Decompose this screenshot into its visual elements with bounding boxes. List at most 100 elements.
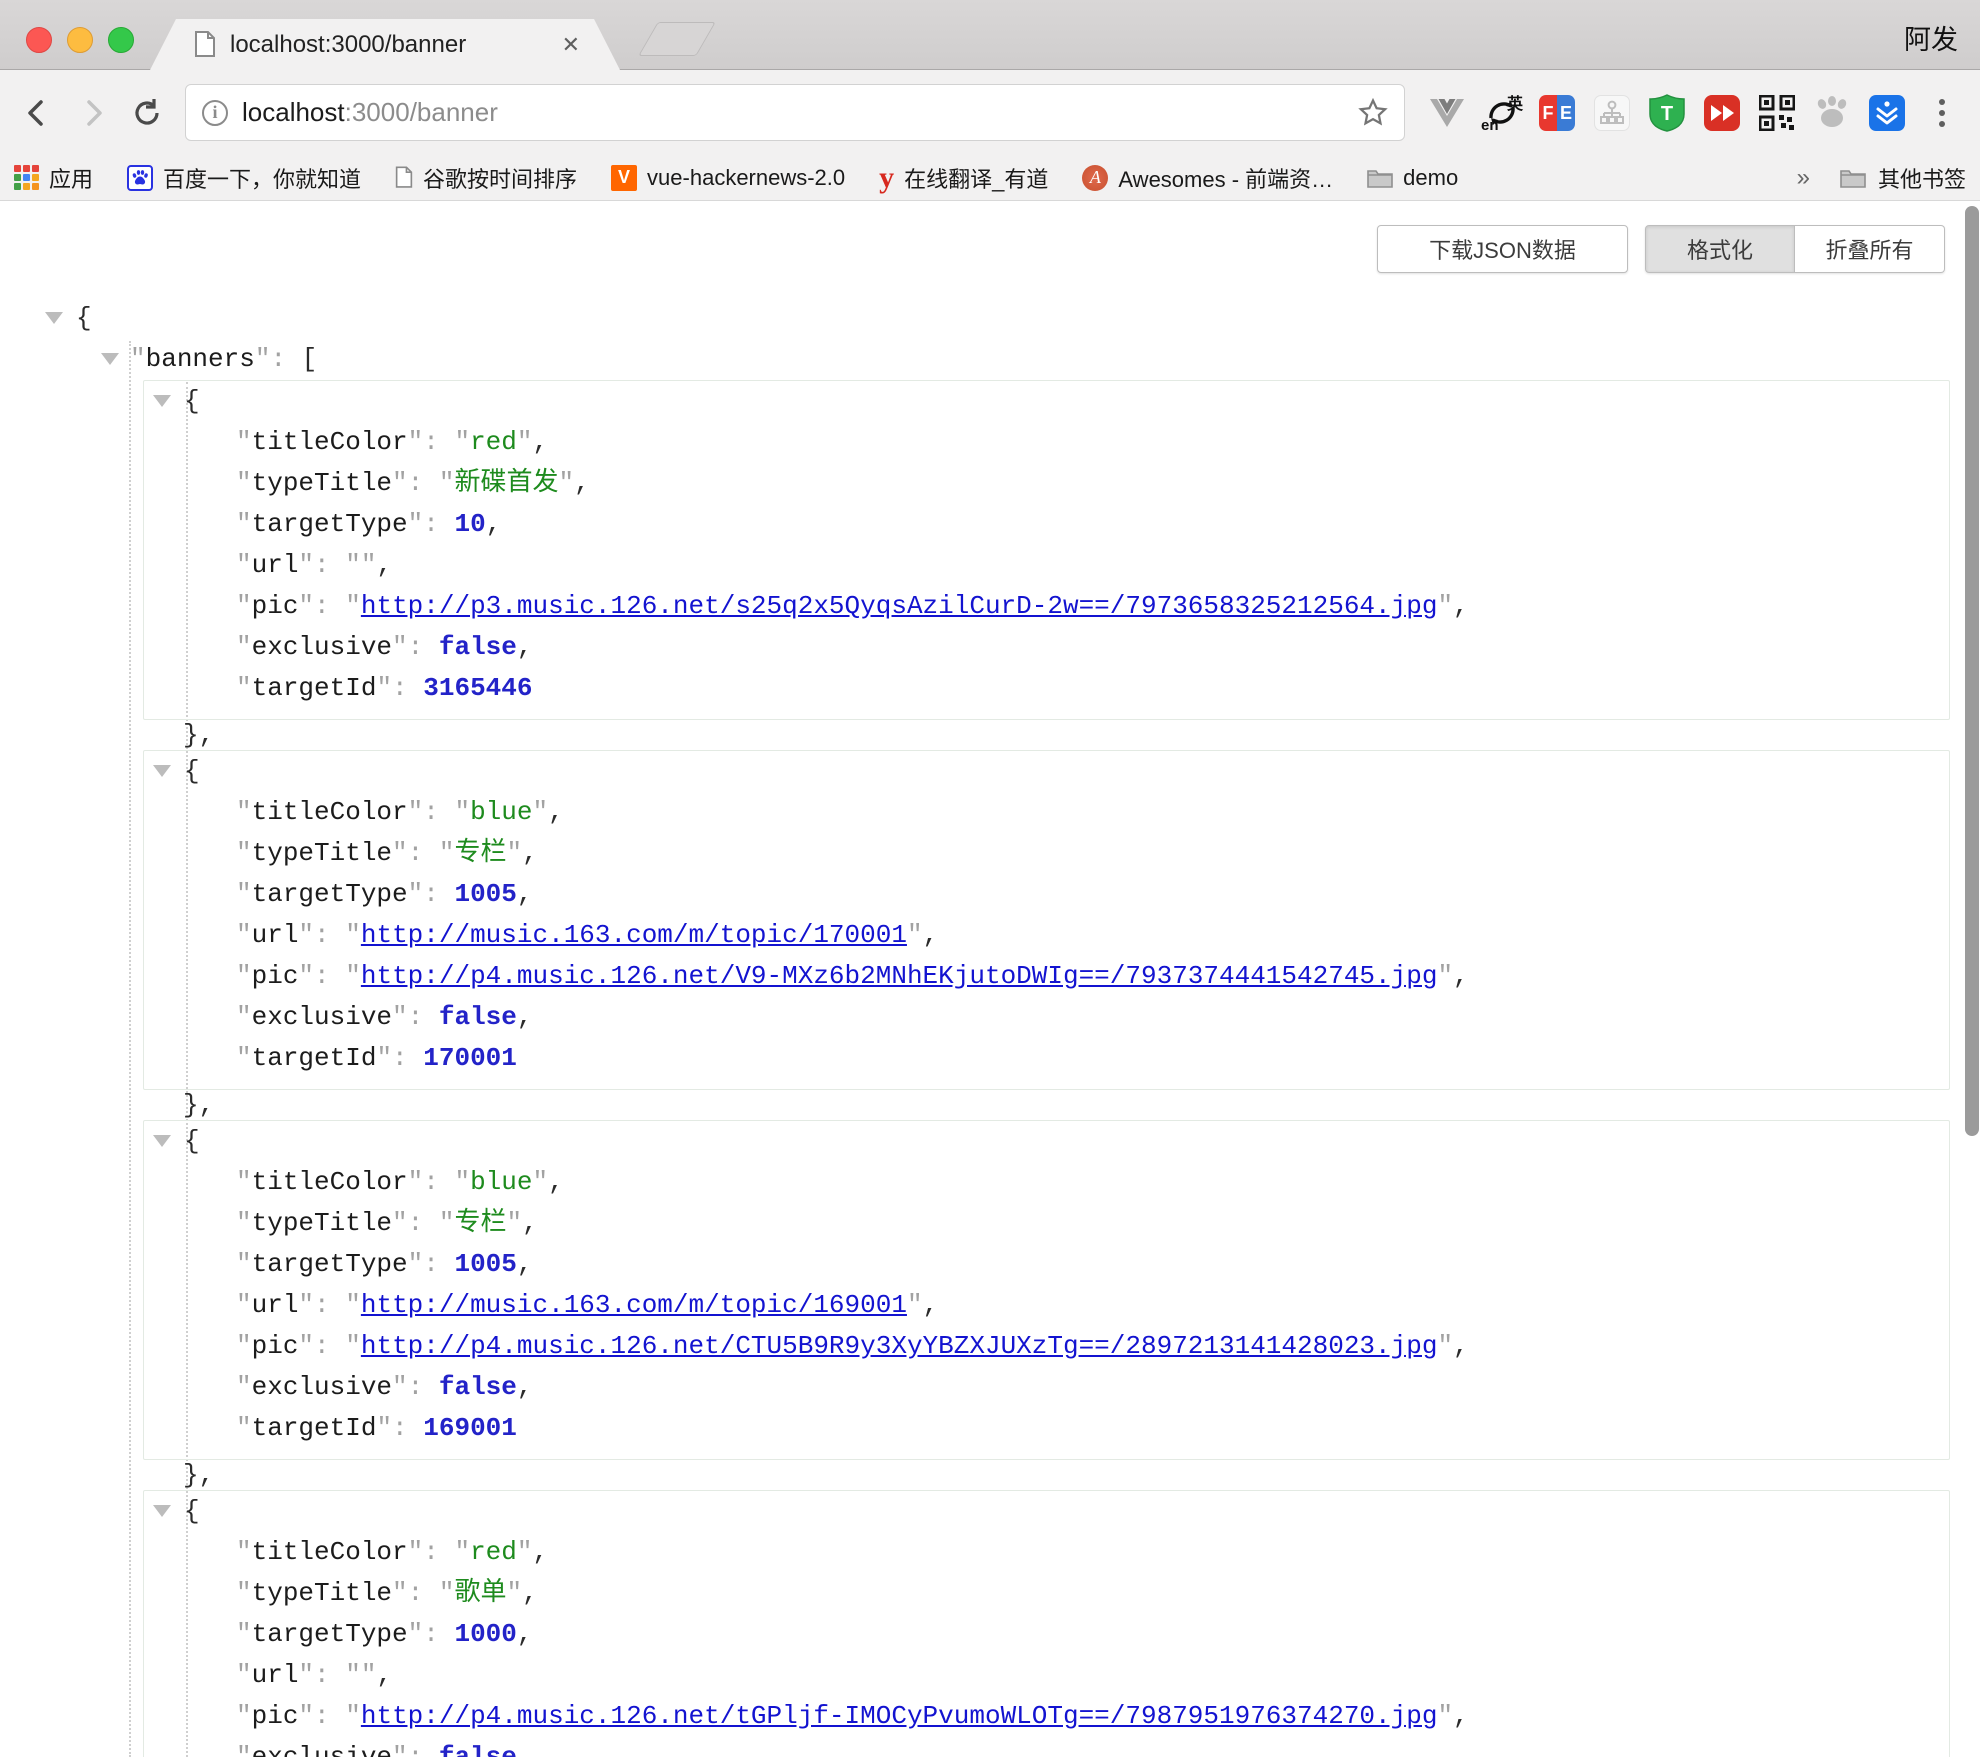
format-button[interactable]: 格式化 [1645, 225, 1795, 273]
scrollbar-thumb[interactable] [1965, 206, 1979, 1136]
json-token: " [376, 1043, 392, 1073]
json-token: : [270, 344, 301, 374]
json-token: " [533, 797, 549, 827]
json-boolean-value: false [439, 1742, 517, 1757]
json-token: " [408, 427, 424, 457]
json-token: " [376, 1413, 392, 1443]
youdao-y-icon: y [879, 165, 894, 191]
page-scrollbar[interactable] [1964, 201, 1980, 1757]
json-token: " [236, 1290, 252, 1320]
bookmark-star-icon[interactable] [1358, 98, 1388, 128]
vue-devtools-icon[interactable] [1428, 94, 1466, 132]
json-token: " [236, 1372, 252, 1402]
read-later-extension-icon[interactable] [1868, 94, 1906, 132]
json-number-value: 1005 [454, 1249, 516, 1279]
json-link-value[interactable]: http://music.163.com/m/topic/169001 [361, 1290, 907, 1320]
close-window-button[interactable] [26, 27, 52, 53]
json-token: " [345, 591, 361, 621]
json-token: : [423, 509, 454, 539]
reload-button[interactable] [126, 92, 168, 134]
back-button[interactable] [16, 92, 58, 134]
json-token: , [1453, 1701, 1469, 1731]
bookmark-apps[interactable]: 应用 [14, 162, 93, 194]
json-number-value: 170001 [423, 1043, 517, 1073]
profile-name[interactable]: 阿发 [1904, 18, 1958, 57]
json-token: " [1437, 591, 1453, 621]
json-token: " [236, 1249, 252, 1279]
json-token: " [298, 1290, 314, 1320]
bookmark-baidu[interactable]: 百度一下，你就知道 [127, 162, 361, 194]
json-link-value[interactable]: http://p4.music.126.net/CTU5B9R9y3XyYBZX… [361, 1331, 1438, 1361]
fast-forward-extension-icon[interactable] [1703, 94, 1741, 132]
json-array-item-box: {"titleColor": "blue","typeTitle": "专栏",… [143, 750, 1950, 1090]
bookmark-google-sort[interactable]: 谷歌按时间排序 [395, 162, 577, 194]
collapse-all-button[interactable]: 折叠所有 [1795, 225, 1945, 273]
browser-menu-icon[interactable] [1923, 94, 1961, 132]
json-array-item-box: {"titleColor": "blue","typeTitle": "专栏",… [143, 1120, 1950, 1460]
forward-button[interactable] [72, 92, 114, 134]
json-token: " [298, 1701, 314, 1731]
json-token: : [408, 468, 439, 498]
json-row: "url": "http://music.163.com/m/topic/170… [144, 915, 1949, 956]
json-token: , [522, 1208, 538, 1238]
json-key: pic [252, 591, 299, 621]
json-token: " [236, 1701, 252, 1731]
json-tree: {"banners": [{"titleColor": "red","typeT… [0, 201, 1980, 1757]
json-link-value[interactable]: http://music.163.com/m/topic/170001 [361, 920, 907, 950]
json-token: " [439, 1208, 455, 1238]
collapse-triangle-icon[interactable] [153, 395, 171, 407]
json-token: : [423, 1249, 454, 1279]
download-json-button[interactable]: 下载JSON数据 [1377, 225, 1628, 273]
collapse-triangle-icon[interactable] [45, 312, 63, 324]
collapse-triangle-icon[interactable] [153, 1135, 171, 1147]
json-token: " [392, 468, 408, 498]
collapse-triangle-icon[interactable] [101, 353, 119, 365]
paw-extension-icon[interactable] [1813, 94, 1851, 132]
json-token: " [236, 1002, 252, 1032]
json-row: }, [0, 720, 1980, 750]
qr-code-extension-icon[interactable] [1758, 94, 1796, 132]
json-link-value[interactable]: http://p4.music.126.net/tGPljf-IMOCyPvum… [361, 1701, 1438, 1731]
json-key: pic [252, 961, 299, 991]
browser-tab[interactable]: localhost:3000/banner ✕ [150, 19, 620, 70]
minimize-window-button[interactable] [67, 27, 93, 53]
fe-e-label: E [1557, 95, 1575, 131]
translate-extension-icon[interactable]: 英 en [1483, 94, 1521, 132]
sitemap-extension-icon[interactable] [1593, 94, 1631, 132]
zoom-window-button[interactable] [108, 27, 134, 53]
json-link-value[interactable]: http://p4.music.126.net/V9-MXz6b2MNhEKju… [361, 961, 1438, 991]
collapse-triangle-icon[interactable] [153, 765, 171, 777]
json-key: typeTitle [252, 838, 392, 868]
json-token: " [907, 920, 923, 950]
json-token: , [533, 427, 549, 457]
bookmark-label: 在线翻译_有道 [904, 162, 1048, 194]
page-info-icon[interactable]: i [202, 100, 228, 126]
json-row: "url": "", [144, 545, 1949, 586]
json-token: , [923, 1290, 939, 1320]
bookmark-vue-hackernews[interactable]: V vue-hackernews-2.0 [611, 165, 845, 191]
tampermonkey-shield-icon[interactable]: T [1648, 94, 1686, 132]
bookmark-awesomes[interactable]: A Awesomes - 前端资… [1082, 162, 1333, 194]
bookmark-folder-demo[interactable]: demo [1367, 165, 1458, 191]
bookmark-youdao[interactable]: y 在线翻译_有道 [879, 162, 1048, 194]
json-link-value[interactable]: http://p3.music.126.net/s25q2x5QyqsAzilC… [361, 591, 1438, 621]
json-token: " [236, 1208, 252, 1238]
json-key: pic [252, 1331, 299, 1361]
tab-close-icon[interactable]: ✕ [562, 32, 580, 58]
json-token: " [345, 1290, 361, 1320]
bookmark-label: vue-hackernews-2.0 [647, 165, 845, 191]
json-key: banners [146, 344, 255, 374]
other-bookmarks-label[interactable]: 其他书签 [1878, 162, 1966, 194]
address-bar[interactable]: i localhost:3000/banner [185, 84, 1405, 141]
json-key: titleColor [252, 1167, 408, 1197]
json-row: "targetId": 170001 [144, 1038, 1949, 1079]
bookmarks-overflow-chevron[interactable]: » [1797, 164, 1810, 192]
fe-extension-icon[interactable]: FE [1538, 94, 1576, 132]
url-text[interactable]: localhost:3000/banner [242, 97, 1358, 128]
new-tab-button[interactable] [638, 22, 716, 56]
json-token: " [345, 550, 361, 580]
json-token: : [408, 838, 439, 868]
json-token: : [392, 1043, 423, 1073]
collapse-triangle-icon[interactable] [153, 1505, 171, 1517]
json-token: " [392, 1208, 408, 1238]
